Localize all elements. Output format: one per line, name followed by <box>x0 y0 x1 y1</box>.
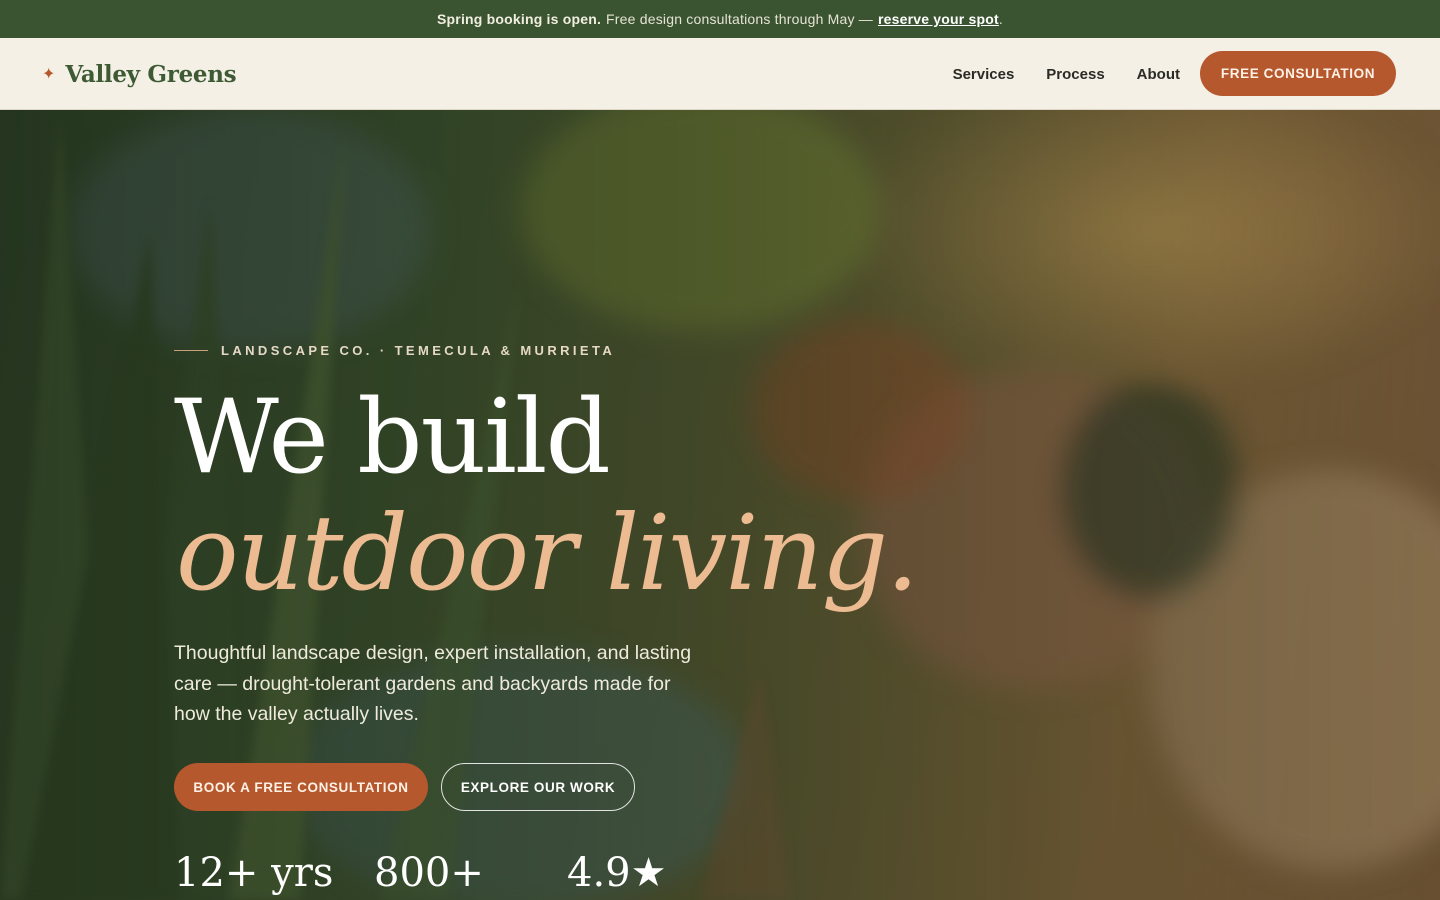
announcement-tail: . <box>998 11 1003 27</box>
announcement-strong: Spring booking is open. <box>437 11 602 27</box>
nav-link-process[interactable]: Process <box>1046 66 1104 83</box>
stat-projects: 800+ <box>374 850 484 896</box>
headline-line-1: We build <box>174 378 611 497</box>
hero-section: LANDSCAPE CO. · TEMECULA & MURRIETA We b… <box>0 110 1440 900</box>
explore-work-button[interactable]: EXPLORE OUR WORK <box>441 763 635 811</box>
hero-description: Thoughtful landscape design, expert inst… <box>174 642 692 725</box>
brand-name: Valley Greens <box>65 60 237 88</box>
book-consultation-button[interactable]: BOOK A FREE CONSULTATION <box>174 763 428 811</box>
headline-line-2: outdoor living. <box>176 492 919 614</box>
reserve-spot-link[interactable]: reserve your spot <box>878 11 999 27</box>
stat-rating: 4.9★ <box>567 850 667 896</box>
stat-years: 12+ yrs <box>174 850 334 896</box>
announcement-text: Free design consultations through May — <box>606 11 873 27</box>
nav-links: Services Process About <box>921 38 1180 110</box>
free-consultation-button[interactable]: FREE CONSULTATION <box>1200 51 1396 96</box>
logo[interactable]: ✦ Valley Greens <box>42 38 237 110</box>
site-header: ✦ Valley Greens Services Process About F… <box>0 38 1440 110</box>
hero-eyebrow: LANDSCAPE CO. · TEMECULA & MURRIETA <box>174 343 615 358</box>
announcement-bar: Spring booking is open. Free design cons… <box>0 0 1440 38</box>
nav-link-services[interactable]: Services <box>953 66 1015 83</box>
eyebrow-text: LANDSCAPE CO. · TEMECULA & MURRIETA <box>221 343 616 358</box>
sparkle-icon: ✦ <box>42 66 56 83</box>
eyebrow-rule <box>174 350 208 351</box>
nav-link-about[interactable]: About <box>1137 66 1180 83</box>
